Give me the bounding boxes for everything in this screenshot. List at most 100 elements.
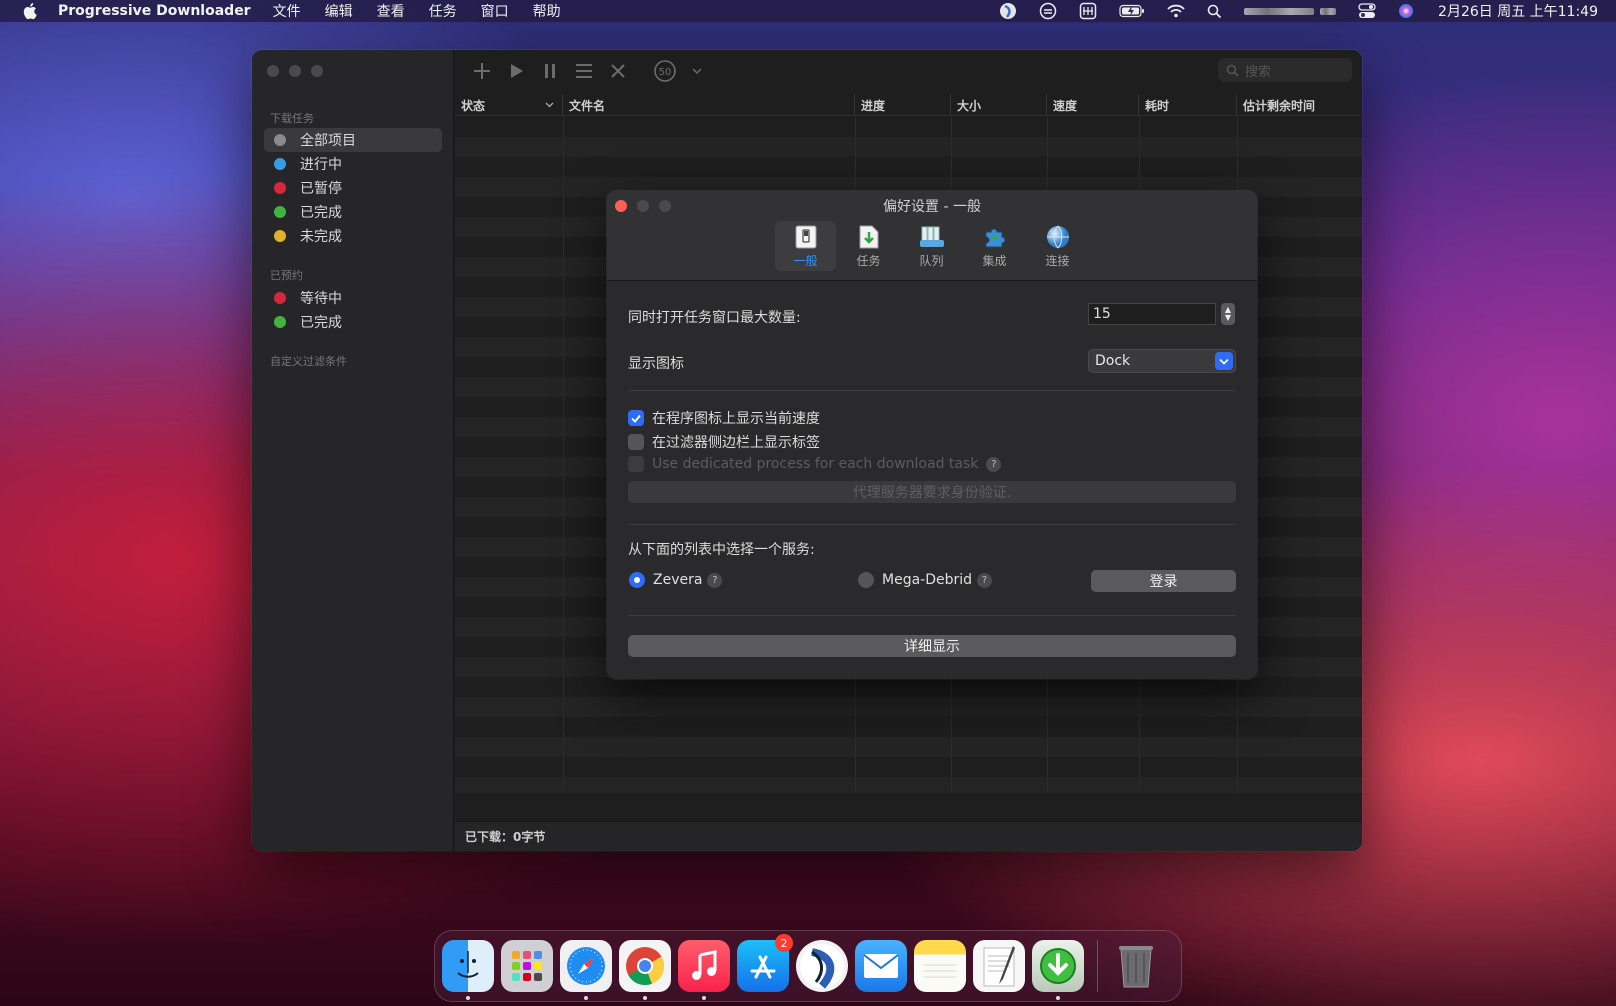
textedit-icon[interactable] (973, 940, 1025, 992)
launchpad-icon[interactable] (501, 940, 553, 992)
show-tags-checkbox[interactable]: 在过滤器侧边栏上显示标签 (628, 432, 820, 452)
show-icon-select[interactable]: Dock (1088, 349, 1236, 373)
app-icon[interactable] (796, 940, 848, 992)
checkbox-box[interactable] (628, 434, 644, 450)
tab-integration[interactable]: 集成 (964, 221, 1025, 271)
chevron-down-icon[interactable] (687, 57, 707, 85)
column-progress[interactable]: 进度 (855, 94, 951, 116)
app-status-icon[interactable] (999, 2, 1017, 20)
chevron-down-icon[interactable]: ▼ (1225, 314, 1231, 322)
preferences-window: 偏好设置 - 一般 一般 任务 队列 集成 连接 同时打开任务窗口最大数量: 1… (607, 191, 1257, 679)
proxy-auth-button: 代理服务器要求身份验证. (628, 481, 1236, 503)
help-icon[interactable]: ? (977, 572, 993, 588)
document-download-icon (856, 224, 882, 250)
input-method-icon[interactable] (1079, 2, 1097, 20)
sidebar-item-waiting[interactable]: 等待中 (264, 286, 442, 310)
list-icon[interactable] (567, 57, 601, 85)
column-size[interactable]: 大小 (951, 94, 1047, 116)
menu-file[interactable]: 文件 (273, 1, 301, 21)
tab-label: 队列 (919, 254, 944, 268)
chevron-down-icon (1215, 352, 1233, 370)
finder-icon[interactable] (442, 940, 494, 1000)
tab-label: 一般 (793, 254, 818, 268)
sidebar-item-completed[interactable]: 已完成 (264, 200, 442, 224)
column-remaining[interactable]: 估计剩余时间 (1237, 94, 1362, 116)
column-filename[interactable]: 文件名 (563, 94, 855, 116)
close-button[interactable] (267, 65, 279, 77)
help-icon[interactable]: ? (707, 572, 723, 588)
safari-icon[interactable] (560, 940, 612, 1000)
menu-view[interactable]: 查看 (377, 1, 405, 21)
sidebar-item-paused[interactable]: 已暂停 (264, 176, 442, 200)
apple-menu-icon[interactable] (22, 2, 38, 20)
service-zevera-radio[interactable]: Zevera ? (629, 572, 723, 588)
radio-selected-icon[interactable] (629, 572, 645, 588)
tab-queue[interactable]: 队列 (901, 221, 962, 271)
user-icon[interactable] (1244, 7, 1337, 15)
running-indicator (466, 996, 470, 1000)
max-windows-stepper[interactable]: ▲ ▼ (1221, 303, 1235, 325)
menu-task[interactable]: 任务 (429, 1, 457, 21)
divider (628, 524, 1236, 525)
status-dot (274, 230, 286, 242)
sidebar-item-label: 已暂停 (300, 181, 342, 197)
checkmark-icon[interactable] (628, 410, 644, 426)
pause-icon[interactable] (533, 57, 567, 85)
running-indicator (584, 996, 588, 1000)
app-store-icon[interactable]: 2 (737, 934, 793, 992)
zoom-button[interactable] (311, 65, 323, 77)
help-icon[interactable]: ? (986, 456, 1002, 472)
tab-label: 任务 (856, 254, 881, 268)
remove-icon[interactable] (601, 57, 635, 85)
svg-text:50: 50 (659, 67, 672, 78)
column-status[interactable]: 状态 (455, 94, 563, 116)
speed-limit-icon[interactable]: 50 (643, 57, 687, 85)
max-windows-label: 同时打开任务窗口最大数量: (628, 310, 801, 326)
tab-connection[interactable]: 连接 (1027, 221, 1088, 271)
dock: 2 (434, 930, 1182, 1002)
section-custom-filters-heading[interactable]: 自定义过滤条件 (270, 353, 347, 369)
menu-window[interactable]: 窗口 (481, 1, 509, 21)
column-elapsed[interactable]: 耗时 (1139, 94, 1237, 116)
trash-icon[interactable] (1110, 940, 1162, 992)
menu-help[interactable]: 帮助 (533, 1, 561, 21)
tab-tasks[interactable]: 任务 (838, 221, 899, 271)
section-downloads-heading: 下载任务 (270, 112, 314, 125)
column-speed[interactable]: 速度 (1047, 94, 1139, 116)
sidebar-item-incomplete[interactable]: 未完成 (264, 224, 442, 248)
menu-edit[interactable]: 编辑 (325, 1, 353, 21)
show-details-button[interactable]: 详细显示 (628, 635, 1236, 657)
spotlight-icon[interactable] (1207, 4, 1222, 19)
add-icon[interactable] (465, 57, 499, 85)
wifi-icon[interactable] (1167, 4, 1185, 18)
sidebar-item-label: 全部项目 (300, 133, 356, 149)
play-icon[interactable] (499, 57, 533, 85)
dock-separator (1097, 940, 1098, 992)
music-icon[interactable] (678, 940, 730, 1000)
sync-icon[interactable] (1039, 2, 1057, 20)
chrome-icon[interactable] (619, 940, 671, 1000)
tab-label: 集成 (982, 254, 1007, 268)
dedicated-process-checkbox: Use dedicated process for each download … (628, 456, 1002, 472)
menubar-clock[interactable]: 2月26日 周五 上午11:49 (1438, 1, 1598, 21)
progressive-downloader-icon[interactable] (1032, 940, 1084, 1000)
sidebar-item-label: 已完成 (300, 315, 342, 331)
sidebar-item-all[interactable]: 全部项目 (264, 128, 442, 152)
service-megadebrid-radio[interactable]: Mega-Debrid ? (858, 572, 993, 588)
battery-icon[interactable] (1119, 4, 1145, 18)
tab-general[interactable]: 一般 (775, 221, 836, 271)
login-button[interactable]: 登录 (1091, 570, 1236, 592)
sidebar-item-in-progress[interactable]: 进行中 (264, 152, 442, 176)
mail-icon[interactable] (855, 940, 907, 992)
minimize-button[interactable] (289, 65, 301, 77)
control-center-icon[interactable] (1358, 3, 1376, 19)
max-windows-field[interactable]: 15 (1088, 303, 1216, 325)
radio-icon[interactable] (858, 572, 874, 588)
downloaded-total: 已下载：0字节 (465, 830, 546, 844)
app-menu[interactable]: Progressive Downloader (58, 3, 251, 19)
show-speed-checkbox[interactable]: 在程序图标上显示当前速度 (628, 408, 820, 428)
search-input[interactable]: 搜索 (1218, 58, 1352, 82)
siri-icon[interactable] (1398, 3, 1414, 19)
notes-icon[interactable] (914, 940, 966, 992)
sidebar-item-scheduled-completed[interactable]: 已完成 (264, 310, 442, 334)
